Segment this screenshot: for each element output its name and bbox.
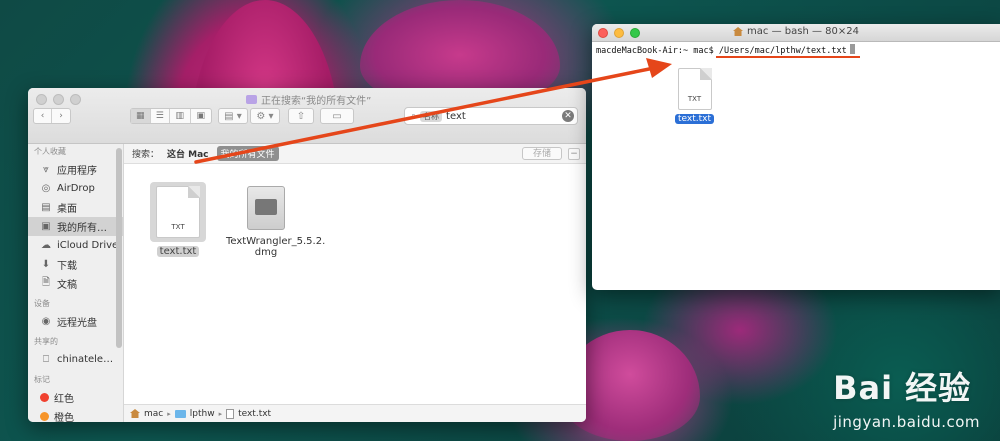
path-bar: mac ▸ lpthw ▸ text.txt [124,404,586,422]
path-separator-icon: ▸ [218,409,223,418]
file-item-text-txt[interactable]: TXT text.txt [150,182,206,257]
download-icon: ⬇ [41,259,51,270]
tags-button[interactable]: ▭ [320,108,354,124]
red-tag-icon [40,393,49,402]
finder-content: 搜索： 这台 Mac 我的所有文件 存储 − TXT text.txt Text… [124,144,586,422]
window-title: 正在搜索“我的所有文件” [246,92,371,107]
watermark-logo: Bai 经验 [833,363,980,409]
sidebar-header-shared: 共享的 [34,337,58,346]
view-mode-buttons: ▦ ☰ ▥ ▣ [130,108,212,124]
sidebar-header-tags: 标记 [34,375,50,384]
smart-folder-icon [246,95,257,104]
airdrop-icon: ◎ [41,183,51,194]
computer-icon: ⎕ [43,354,49,365]
sidebar-item-tag-orange[interactable]: 橙色 [28,407,123,422]
search-token[interactable]: 名称 [420,110,443,122]
zoom-button[interactable] [70,94,81,105]
file-item-textwrangler-dmg[interactable]: TextWrangler_5.5.2. dmg [226,186,326,258]
text-cursor [849,44,855,54]
share-button[interactable]: ⇧ [288,108,314,124]
watermark-url: jingyan.baidu.com [833,413,980,431]
text-document-icon: TXT [677,68,712,110]
terminal-titlebar: mac — bash — 80×24 [592,24,1000,42]
path-item-folder[interactable]: lpthw [190,409,215,419]
save-search-button[interactable]: 存储 [521,147,562,160]
file-selection-highlight: TXT [150,182,206,242]
list-view-button[interactable]: ☰ [151,109,171,123]
coverflow-view-button[interactable]: ▣ [191,109,211,123]
dragged-file-text-txt[interactable]: TXT text.txt [675,68,715,124]
documents-icon: 🗎 [41,277,51,288]
finder-titlebar: 正在搜索“我的所有文件” ‹ › ▦ ☰ ▥ ▣ ▤ ▾ ⚙ ▾ ⇧ ▭ ⌕ 名… [28,88,586,144]
path-item-file[interactable]: text.txt [238,409,271,419]
search-field[interactable]: ⌕ 名称 text ✕ [404,107,578,125]
file-name: text.txt [156,246,200,257]
text-document-icon: TXT [156,186,200,238]
search-icon: ⌕ [411,111,417,121]
home-icon [130,409,140,418]
icloud-icon: ☁ [41,240,51,251]
remote-disc-icon: ◉ [41,316,51,327]
back-forward-buttons: ‹ › [33,108,71,124]
terminal-command: /Users/mac/lpthw/text.txt [718,46,847,56]
clear-search-button[interactable]: ✕ [562,110,574,122]
window-controls [36,94,81,105]
terminal-window: mac — bash — 80×24 macdeMacBook-Air:~ ma… [592,24,1000,290]
scope-label: 搜索： [132,150,160,160]
disk-image-icon [247,186,285,230]
sidebar-item-icloud[interactable]: ☁ iCloud Drive [28,236,123,255]
sidebar-item-airdrop[interactable]: ◎ AirDrop [28,179,123,198]
finder-sidebar: 个人收藏 ⩔ 应用程序 ◎ AirDrop ▤ 桌面 ▣ 我的所有… ☁ iCl… [28,144,124,422]
search-scope-bar: 搜索： 这台 Mac 我的所有文件 存储 − [124,144,586,164]
minimize-button[interactable] [53,94,64,105]
sidebar-item-applications[interactable]: ⩔ 应用程序 [28,160,123,179]
sidebar-item-remote-disc[interactable]: ◉ 远程光盘 [28,312,123,331]
column-view-button[interactable]: ▥ [170,109,191,123]
orange-tag-icon [40,412,49,421]
sidebar-item-desktop[interactable]: ▤ 桌面 [28,198,123,217]
file-name-line2: dmg [254,247,278,258]
sidebar-item-documents[interactable]: 🗎 文稿 [28,274,123,293]
back-button[interactable]: ‹ [34,109,53,123]
folder-icon [174,409,186,418]
sidebar-item-all-files[interactable]: ▣ 我的所有… [28,217,123,236]
annotation-underline [716,56,860,58]
scope-this-mac[interactable]: 这台 Mac [167,147,209,160]
home-icon [733,27,744,36]
path-separator-icon: ▸ [167,409,171,418]
terminal-command-line[interactable]: macdeMacBook-Air:~ mac$ /Users/mac/lpthw… [596,44,855,56]
icon-view-button[interactable]: ▦ [131,109,151,123]
applications-icon: ⩔ [43,164,49,175]
action-gear-button[interactable]: ⚙ ▾ [250,108,280,124]
watermark-logo-text: Bai 经验 [833,369,972,407]
sidebar-item-shared-computer[interactable]: ⎕ chinatele… [28,350,123,369]
forward-button[interactable]: › [52,109,70,123]
sidebar-scrollbar[interactable] [116,148,122,348]
close-button[interactable] [36,94,47,105]
baidu-jingyan-watermark: Bai 经验 jingyan.baidu.com [833,363,980,431]
file-name: text.txt [675,114,715,124]
sidebar-header-devices: 设备 [34,299,50,308]
window-title: mac — bash — 80×24 [592,26,1000,37]
scope-all-files[interactable]: 我的所有文件 [216,146,279,161]
sidebar-item-downloads[interactable]: ⬇ 下载 [28,255,123,274]
sidebar-header-favorites: 个人收藏 [34,147,66,156]
finder-window: 正在搜索“我的所有文件” ‹ › ▦ ☰ ▥ ▣ ▤ ▾ ⚙ ▾ ⇧ ▭ ⌕ 名… [28,88,586,422]
all-files-icon: ▣ [41,221,51,232]
desktop-icon: ▤ [41,202,51,213]
terminal-prompt: macdeMacBook-Air:~ mac$ [596,46,714,56]
search-value: text [446,110,466,122]
document-icon [226,408,235,419]
file-name-line1: TextWrangler_5.5.2. [226,236,326,247]
path-item-home[interactable]: mac [144,409,163,419]
sidebar-item-tag-red[interactable]: 红色 [28,388,123,407]
remove-criteria-button[interactable]: − [568,148,580,160]
arrange-button[interactable]: ▤ ▾ [218,108,248,124]
